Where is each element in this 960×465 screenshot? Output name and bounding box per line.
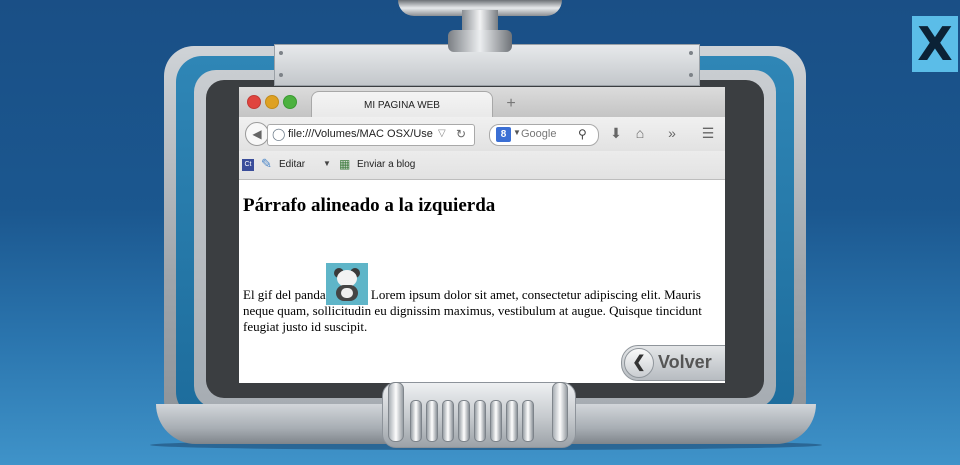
close-window-button[interactable] bbox=[247, 95, 261, 109]
bookmark-badge[interactable]: Ct bbox=[242, 159, 254, 171]
globe-icon: ◯ bbox=[272, 127, 286, 141]
chevron-left-icon: ❮ bbox=[624, 348, 654, 378]
browser-window: MI PAGINA WEB + ◀ ◯ file:///Volumes/MAC … bbox=[239, 87, 725, 383]
new-tab-button[interactable]: + bbox=[501, 92, 521, 114]
volver-label: Volver bbox=[658, 352, 712, 372]
blog-icon: ▦ bbox=[339, 157, 351, 171]
url-dropdown-icon[interactable]: ▽ bbox=[438, 128, 446, 139]
reload-icon[interactable]: ↻ bbox=[456, 127, 466, 141]
menu-icon[interactable]: ☰ bbox=[699, 125, 717, 142]
url-text: file:///Volumes/MAC OSX/Use bbox=[288, 128, 433, 140]
home-icon[interactable]: ⌂ bbox=[631, 125, 649, 141]
stand-bar bbox=[522, 400, 534, 442]
stand-post bbox=[552, 382, 568, 442]
page-heading: Párrafo alineado a la izquierda bbox=[243, 195, 496, 216]
stand-post bbox=[388, 382, 404, 442]
maximize-window-button[interactable] bbox=[283, 95, 297, 109]
close-button[interactable]: X bbox=[912, 16, 958, 72]
volver-button[interactable]: ❮ Volver bbox=[621, 345, 725, 381]
panda-image bbox=[325, 263, 368, 305]
minimize-window-button[interactable] bbox=[265, 95, 279, 109]
screw bbox=[279, 73, 283, 77]
stand-bar bbox=[442, 400, 454, 442]
search-placeholder: Google bbox=[521, 128, 557, 140]
stand-bar bbox=[490, 400, 502, 442]
download-icon[interactable]: ⬇ bbox=[607, 125, 625, 142]
bookmarks-bar: Ct ✎ Editar ▼ ▦ Enviar a blog bbox=[239, 151, 725, 180]
url-input[interactable]: ◯ file:///Volumes/MAC OSX/Use ▽ ↻ bbox=[267, 124, 475, 146]
screw bbox=[689, 73, 693, 77]
tab-active[interactable]: MI PAGINA WEB bbox=[311, 91, 493, 118]
title-bar: MI PAGINA WEB + bbox=[239, 87, 725, 118]
back-button[interactable]: ◀ bbox=[245, 122, 269, 146]
plus-icon: + bbox=[506, 95, 516, 112]
search-icon[interactable]: ⚲ bbox=[578, 127, 587, 141]
search-input[interactable]: 8 ▼ Google ⚲ bbox=[489, 124, 599, 146]
monitor-clamp bbox=[448, 30, 512, 52]
stand-bar bbox=[506, 400, 518, 442]
paragraph-text: El gif del panda bbox=[243, 287, 326, 302]
bookmark-editar[interactable]: Editar bbox=[279, 159, 305, 170]
screw bbox=[689, 51, 693, 55]
navigation-bar: ◀ ◯ file:///Volumes/MAC OSX/Use ▽ ↻ 8 ▼ … bbox=[239, 117, 725, 152]
stand-bar bbox=[474, 400, 486, 442]
stand-bar bbox=[426, 400, 438, 442]
edit-icon: ✎ bbox=[261, 156, 272, 171]
page-paragraph: El gif del panda Lorem ipsum dolor sit a… bbox=[243, 263, 713, 335]
bookmark-enviar-blog[interactable]: Enviar a blog bbox=[357, 159, 415, 170]
stand-bar bbox=[410, 400, 422, 442]
chevron-down-icon[interactable]: ▼ bbox=[323, 159, 331, 168]
back-arrow-icon: ◀ bbox=[252, 127, 262, 141]
overflow-icon[interactable]: » bbox=[663, 125, 681, 141]
stand-bar bbox=[458, 400, 470, 442]
tab-title: MI PAGINA WEB bbox=[364, 100, 440, 111]
search-engine-icon[interactable]: 8 bbox=[496, 127, 511, 142]
screw bbox=[279, 51, 283, 55]
chevron-down-icon: ▼ bbox=[513, 128, 521, 137]
close-icon: X bbox=[917, 17, 953, 71]
